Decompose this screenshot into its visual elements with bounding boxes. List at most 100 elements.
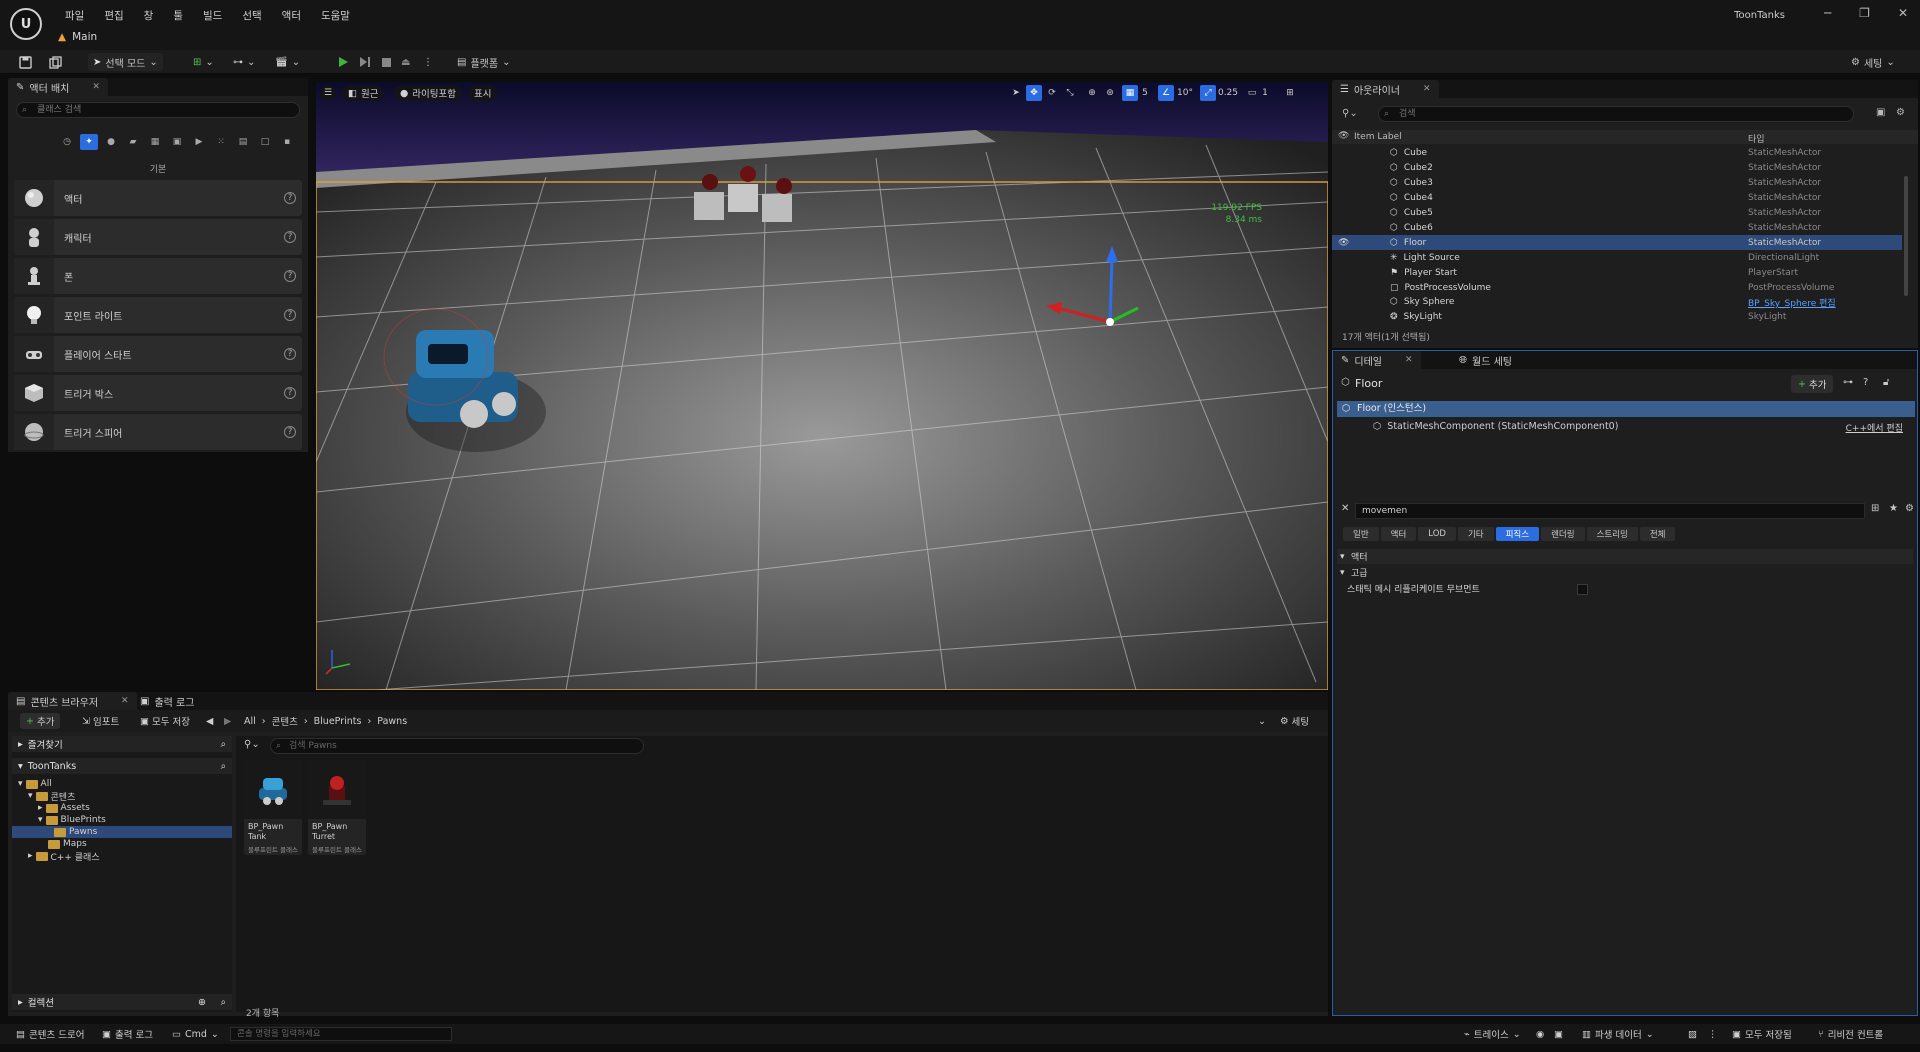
place-item-trigger-box[interactable]: 트리거 박스 ? [14,375,302,411]
add-actor-button[interactable]: ⊞ ⌄ [188,53,219,71]
help-icon[interactable]: ? [284,270,296,282]
camera-speed-icon[interactable]: ▭ [1244,85,1260,101]
outliner-row[interactable]: ❂ SkyLight SkyLight [1332,310,1902,325]
row-type-link[interactable]: BP_Sky_Sphere 편집 [1748,296,1836,309]
tree-node-pawns[interactable]: Pawns [12,826,232,838]
outliner-row[interactable]: ⬡ Sky Sphere BP_Sky_Sphere 편집 [1332,295,1902,310]
translate-tool-icon[interactable]: ✥ [1026,85,1042,101]
menu-actor[interactable]: 액터 [272,8,311,23]
breadcrumb-all[interactable]: All [244,716,256,727]
gear-icon[interactable]: ⚙ [1905,503,1914,514]
grid-snap-value[interactable]: 5 [1138,85,1152,101]
browse-content-icon[interactable] [44,53,67,71]
asset-search-input[interactable]: ⌕ 검색 Pawns [270,738,644,754]
add-button[interactable]: + 추가 [20,713,61,729]
outliner-tab[interactable]: ☰ 아웃라이너 ✕ [1332,80,1439,98]
outliner-row[interactable]: ▢ PostProcessVolume PostProcessVolume [1332,280,1902,295]
more-vert-icon[interactable]: ⋮ [1702,1026,1724,1042]
details-tab[interactable]: ✎ 디테일 ✕ [1333,351,1421,369]
scale-snap-icon[interactable]: ⤢ [1200,85,1216,101]
category-tab-streaming[interactable]: 스트리밍 [1586,527,1638,541]
source-control-button[interactable]: ⑂ 리비전 컨트롤 [1812,1026,1889,1042]
outliner-search-input[interactable]: ⌕ 검색 [1378,106,1854,122]
menu-window[interactable]: 창 [134,8,164,23]
close-tab-icon[interactable]: ✕ [92,82,100,92]
menu-tools[interactable]: 툴 [163,8,193,23]
outliner-row[interactable]: ✳ Light Source DirectionalLight [1332,250,1902,265]
minimize-icon[interactable]: ─ [1824,6,1831,20]
outliner-row-selected[interactable]: 👁︎ ⬡ Floor StaticMeshActor [1332,235,1902,251]
recent-filter-icon[interactable]: ◷ [58,134,76,150]
class-search-input[interactable]: ⌕ 클래스 검색 [16,102,300,118]
rotation-snap-value[interactable]: 10° [1174,85,1196,101]
basic-filter-icon[interactable]: ✦ [80,134,98,150]
edit-in-cpp-link[interactable]: C++에서 편집 [1846,421,1903,434]
step-button[interactable] [354,53,376,71]
world-settings-tab[interactable]: 🌐︎ 월드 세팅 [1451,351,1520,369]
favorites-section[interactable]: ▸ 즐겨찾기 ⌕ [12,736,232,752]
select-mode-dropdown[interactable]: ➤ 선택 모드 ⌄ [88,53,163,71]
breadcrumb-blueprints[interactable]: BluePrints [314,716,362,727]
add-collection-icon[interactable]: ⊕ [198,997,206,1008]
component-child-row[interactable]: ⬡ StaticMeshComponent (StaticMeshCompone… [1373,421,1618,432]
outliner-row[interactable]: ⬡ Cube3 StaticMeshActor [1332,176,1902,191]
notifications-icon[interactable]: ▨ [1682,1026,1703,1042]
content-browser-tab[interactable]: ▤ 콘텐츠 브라우저 ✕ [8,692,137,710]
place-item-point-light[interactable]: 포인트 라이트 ? [14,297,302,333]
show-button[interactable]: 표시 [468,85,498,101]
collections-section[interactable]: ▸ 컬렉션 ⊕ ⌕ [12,994,232,1010]
path-dropdown-icon[interactable]: ⌄ [1252,713,1272,729]
blueprint-convert-icon[interactable]: ⊶ [1843,377,1853,388]
outliner-row[interactable]: ⬡ Cube StaticMeshActor [1332,146,1902,161]
play-button[interactable] [332,53,354,71]
category-tab-actor[interactable]: 액터 [1380,527,1417,541]
place-actors-tab[interactable]: ✎ 액터 배치 ✕ [8,78,108,96]
filter-icon[interactable]: ⚲⌄ [1342,108,1358,119]
lock-icon[interactable]: 🔓︎ [1883,377,1889,388]
trace-button[interactable]: ⌁ 트레이스 ⌄ [1458,1026,1527,1042]
project-section[interactable]: ▾ ToonTanks ⌕ [12,758,232,774]
shapes-filter-icon[interactable]: ▰ [124,134,142,150]
column-type[interactable]: 타입 [1748,132,1765,145]
settings-button[interactable]: ⚙ 세팅 ⌄ [1846,53,1900,71]
view-mode-button[interactable]: ● 라이팅포함 [394,85,462,101]
world-local-icon[interactable]: ⊕ [1084,85,1100,101]
tree-node-assets[interactable]: ▸ Assets [38,802,90,814]
asset-tile[interactable]: BP_Pawn Tank 블루프린트 클래스 [244,761,302,855]
play-options-button[interactable]: ⋮ [418,53,438,71]
details-filter-input[interactable]: movemen [1355,503,1865,519]
category-tab-rendering[interactable]: 렌더링 [1541,527,1585,541]
category-tab-misc[interactable]: 기타 [1457,527,1494,541]
all-saved-button[interactable]: ▣ 모두 저장됨 [1726,1026,1798,1042]
section-actor[interactable]: ▾ 액터 [1337,549,1913,564]
asset-tile[interactable]: BP_Pawn Turret 블루프린트 클래스 [308,761,366,855]
outliner-row[interactable]: ⬡ Cube2 StaticMeshActor [1332,161,1902,176]
all-classes-filter-icon[interactable]: ▤ [234,134,252,150]
help-icon[interactable]: ? [284,426,296,438]
place-item-character[interactable]: 캐릭터 ? [14,219,302,255]
select-tool-icon[interactable]: ➤ [1008,85,1024,101]
help-icon[interactable]: ? [284,309,296,321]
place-item-player-start[interactable]: 플레이어 스타트 ? [14,336,302,372]
console-input[interactable]: 콘솔 명령을 입력하세요 [230,1027,452,1041]
search-icon[interactable]: ⌕ [221,739,226,750]
outliner-row[interactable]: ⬡ Cube6 StaticMeshActor [1332,221,1902,236]
content-drawer-button[interactable]: ▤ 콘텐츠 드로어 [10,1026,90,1042]
rotation-snap-icon[interactable]: ∠ [1158,85,1174,101]
outliner-scrollbar[interactable] [1904,176,1908,296]
import-button[interactable]: ⇲ 임포트 [76,713,125,729]
save-icon[interactable] [14,53,37,71]
volumes-filter-icon[interactable]: ▣ [168,134,186,150]
camera-speed-value[interactable]: 1 [1260,85,1270,101]
level-tab[interactable]: ▲ Main [58,29,97,45]
box-filter-icon[interactable]: □ [256,134,274,150]
breadcrumb-pawns[interactable]: Pawns [377,716,407,727]
filter-icon[interactable]: ⚲⌄ [244,739,260,750]
maximize-icon[interactable]: ❐ [1859,6,1870,20]
history-forward-icon[interactable]: ▶ [218,713,237,729]
unreal-logo-icon[interactable]: U [10,8,42,40]
save-all-button[interactable]: ▣ 모두 저장 [134,713,196,729]
close-tab-icon[interactable]: ✕ [121,696,129,706]
help-icon[interactable]: ? [284,231,296,243]
help-icon[interactable]: ? [1863,377,1868,388]
